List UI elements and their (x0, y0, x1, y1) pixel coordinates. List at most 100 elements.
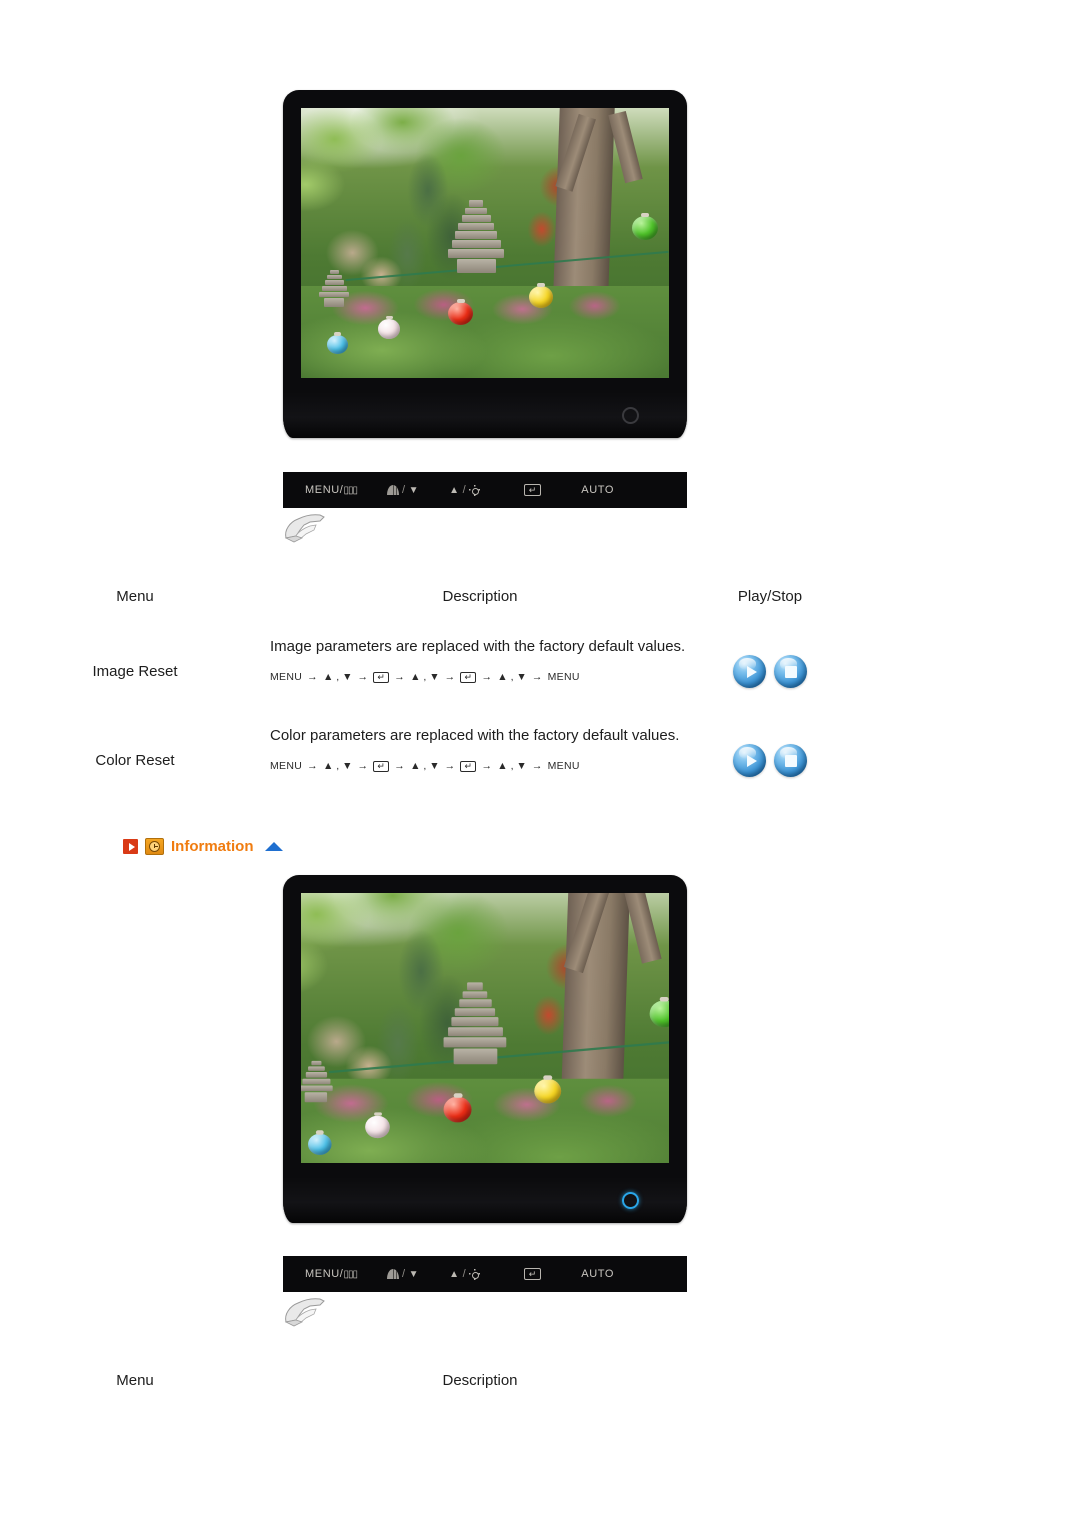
auto-button-top[interactable]: AUTO (581, 484, 614, 496)
information-section-heading[interactable]: Information (123, 838, 283, 855)
stop-button-image-reset[interactable] (774, 655, 807, 688)
table-row: Color Reset Color parameters are replace… (0, 718, 1080, 791)
garden-scene-image (301, 108, 669, 378)
keypath-arrow: → (357, 671, 369, 684)
keypath-updown: ▲ , ▼ (410, 671, 440, 684)
brightness-separator: / (462, 1268, 467, 1280)
hand-pointer-cursor-top (280, 508, 336, 548)
triangle-up-icon[interactable] (264, 842, 283, 851)
monitor-button-bar-top: MENU/▯▯▯ / ▼ ▲ / ↵ AUTO (283, 472, 687, 508)
menu-button-label: MENU/ (305, 1268, 344, 1280)
contrast-down-button-bottom[interactable]: / ▼ (386, 1268, 420, 1280)
sun-icon (469, 485, 480, 496)
keypath-arrow: → (307, 671, 318, 684)
header-description: Description (442, 1372, 518, 1389)
play-square-icon (123, 839, 138, 854)
lantern-white (365, 1112, 391, 1138)
down-arrow-icon: ▼ (408, 484, 420, 496)
keypath-menu: MENU (270, 671, 303, 684)
enter-icon: ↵ (524, 1268, 542, 1280)
monitor-bezel (283, 875, 687, 1223)
enter-button-top[interactable]: ↵ (524, 484, 542, 496)
auto-button-bottom[interactable]: AUTO (581, 1268, 614, 1280)
row-menu-image-reset: Image Reset (92, 663, 178, 680)
brightness-up-button-bottom[interactable]: ▲ / (449, 1268, 480, 1280)
keypath-updown: ▲ , ▼ (497, 671, 527, 684)
lantern-blue (307, 1130, 332, 1155)
stop-icon (784, 665, 797, 678)
row-keypath-image-reset: MENU → ▲ , ▼ → ↵ → ▲ , ▼ → ↵ → ▲ , ▼ → M… (270, 671, 690, 683)
header-description: Description (442, 588, 518, 605)
keypath-menu: MENU (547, 760, 580, 773)
monitor-screen-bottom (301, 893, 669, 1163)
menu-button-label: MENU/ (305, 484, 344, 496)
row-keypath-color-reset: MENU → ▲ , ▼ → ↵ → ▲ , ▼ → ↵ → ▲ , ▼ → M… (270, 760, 690, 772)
row-description-image-reset: Image parameters are replaced with the f… (270, 638, 686, 655)
keypath-arrow: → (394, 671, 406, 684)
stop-button-color-reset[interactable] (774, 744, 807, 777)
stone-pagoda (448, 199, 505, 274)
information-table: Menu Description (0, 1372, 1080, 1399)
keypath-updown: ▲ , ▼ (497, 760, 527, 773)
clock-icon (145, 838, 164, 855)
lantern-blue (326, 332, 348, 354)
auto-button-label: AUTO (581, 1268, 615, 1280)
menu-button-top[interactable]: MENU/▯▯▯ (305, 484, 358, 496)
enter-icon: ↵ (524, 484, 542, 496)
keypath-arrow: → (481, 671, 493, 684)
contrast-icon (386, 1269, 399, 1279)
keypath-updown: ▲ , ▼ (322, 671, 353, 684)
keypath-updown: ▲ , ▼ (410, 760, 440, 773)
contrast-separator: / (401, 1268, 406, 1280)
down-arrow-icon: ▼ (408, 1268, 420, 1280)
keypath-enter-icon: ↵ (460, 760, 477, 772)
keypath-arrow: → (357, 760, 369, 773)
keypath-arrow: → (481, 760, 493, 773)
stone-pagoda-small (301, 1060, 334, 1104)
header-menu: Menu (116, 1372, 154, 1389)
power-led-indicator-top (622, 407, 639, 424)
play-icon (746, 665, 757, 678)
contrast-icon (386, 485, 399, 495)
garden-scene-image (301, 893, 669, 1163)
keypath-arrow: → (444, 760, 456, 773)
auto-button-label: AUTO (581, 484, 615, 496)
monitor-illustration-top (283, 90, 687, 438)
stone-pagoda-small (319, 270, 350, 308)
play-icon (746, 754, 757, 767)
menu-box-glyph-icon: ▯▯▯ (343, 1268, 357, 1280)
keypath-enter-icon: ↵ (373, 760, 390, 772)
menu-button-bottom[interactable]: MENU/▯▯▯ (305, 1268, 358, 1280)
power-led-indicator-bottom (622, 1192, 639, 1209)
stop-icon (784, 754, 797, 767)
stone-pagoda (443, 982, 507, 1065)
menu-box-glyph-icon: ▯▯▯ (343, 484, 357, 496)
keypath-enter-icon: ↵ (460, 671, 477, 683)
monitor-button-bar-bottom: MENU/▯▯▯ / ▼ ▲ / ↵ AUTO (283, 1256, 687, 1292)
sun-icon (469, 1269, 480, 1280)
lantern-white (378, 315, 401, 339)
lantern-green (631, 212, 658, 240)
keypath-arrow: → (444, 671, 456, 684)
brightness-separator: / (462, 484, 467, 496)
keypath-arrow: → (394, 760, 406, 773)
row-description-color-reset: Color parameters are replaced with the f… (270, 727, 680, 744)
hand-pointer-cursor-bottom (280, 1292, 336, 1332)
up-arrow-icon: ▲ (449, 1268, 460, 1280)
information-title: Information (171, 838, 254, 855)
contrast-down-button-top[interactable]: / ▼ (386, 484, 420, 496)
keypath-menu: MENU (270, 760, 303, 773)
monitor-screen-top (301, 108, 669, 378)
play-button-image-reset[interactable] (733, 655, 766, 688)
up-arrow-icon: ▲ (449, 484, 460, 496)
contrast-separator: / (401, 484, 406, 496)
keypath-arrow: → (531, 760, 543, 773)
enter-button-bottom[interactable]: ↵ (524, 1268, 542, 1280)
play-button-color-reset[interactable] (733, 744, 766, 777)
keypath-arrow: → (307, 760, 318, 773)
keypath-arrow: → (531, 671, 543, 684)
brightness-up-button-top[interactable]: ▲ / (449, 484, 480, 496)
reset-table: Menu Description Play/Stop Image Reset I… (0, 588, 1080, 791)
row-menu-color-reset: Color Reset (95, 752, 175, 769)
information-table-header-row: Menu Description (0, 1372, 1080, 1399)
